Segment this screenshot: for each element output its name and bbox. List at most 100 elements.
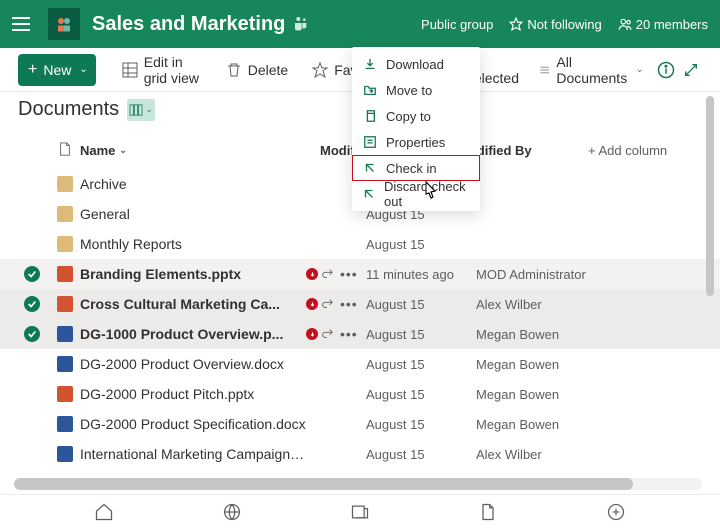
- discard-icon: [362, 186, 376, 202]
- site-header: Sales and Marketing Public group Not fol…: [0, 0, 720, 48]
- cursor-icon: [420, 180, 440, 204]
- modifiedby-cell: MOD Administrator: [476, 267, 626, 282]
- file-name[interactable]: Cross Cultural Marketing Ca...: [80, 296, 306, 312]
- modified-cell: August 15: [366, 417, 476, 432]
- type-column-header[interactable]: [50, 142, 80, 159]
- row-more-button[interactable]: •••: [340, 326, 358, 342]
- site-title: Sales and Marketing: [92, 13, 285, 36]
- modifiedby-cell: Megan Bowen: [476, 417, 626, 432]
- share-icon[interactable]: [320, 327, 334, 341]
- ctx-discard[interactable]: Discard check out: [352, 181, 480, 207]
- follow-label: Not following: [527, 17, 601, 32]
- ctx-download[interactable]: Download: [352, 51, 480, 77]
- checkedout-icon: [306, 298, 318, 310]
- checkedout-icon: [306, 268, 318, 280]
- tiles-icon: [129, 104, 143, 116]
- horizontal-scrollbar[interactable]: [14, 478, 702, 490]
- vertical-scrollbar[interactable]: [706, 96, 714, 416]
- members-button[interactable]: 20 members: [618, 17, 708, 32]
- file-name[interactable]: DG-2000 Product Overview.docx: [80, 356, 306, 372]
- table-row[interactable]: Monthly Reports August 15: [0, 229, 720, 259]
- row-more-button[interactable]: •••: [340, 296, 358, 312]
- file-name[interactable]: International Marketing Campaigns.docx: [80, 446, 306, 462]
- modifiedby-cell: Alex Wilber: [476, 447, 626, 462]
- new-button[interactable]: + New ⌄: [18, 54, 96, 86]
- trash-icon: [226, 62, 242, 78]
- word-icon: [57, 446, 73, 462]
- visibility-label: Public group: [421, 17, 493, 32]
- file-name[interactable]: General: [80, 206, 306, 222]
- edit-grid-button[interactable]: Edit in grid view: [112, 54, 212, 86]
- word-icon: [57, 416, 73, 432]
- info-button[interactable]: [655, 54, 676, 86]
- grid-icon: [122, 62, 138, 78]
- modified-cell: 11 minutes ago: [366, 267, 476, 282]
- modified-cell: August 15: [366, 387, 476, 402]
- checkmark-icon[interactable]: [24, 296, 40, 312]
- file-name[interactable]: DG-2000 Product Pitch.pptx: [80, 386, 306, 402]
- word-icon: [57, 356, 73, 372]
- checkedout-icon: [306, 328, 318, 340]
- table-row[interactable]: DG-2000 Product Pitch.pptx August 15Megan…: [0, 379, 720, 409]
- ctx-moveto[interactable]: Move to: [352, 77, 480, 103]
- share-icon[interactable]: [320, 267, 334, 281]
- chevron-down-icon: ⌄: [636, 64, 644, 75]
- modifiedby-cell: Megan Bowen: [476, 327, 626, 342]
- news-icon[interactable]: [350, 502, 370, 522]
- table-row[interactable]: International Marketing Campaigns.docx Au…: [0, 439, 720, 469]
- modified-cell: August 15: [366, 237, 476, 252]
- add-column-button[interactable]: + Add column: [588, 143, 667, 158]
- new-label: New: [43, 62, 71, 78]
- modified-cell: August 15: [366, 447, 476, 462]
- checkmark-icon[interactable]: [24, 266, 40, 282]
- bottom-nav: [0, 494, 720, 528]
- files-icon[interactable]: [478, 502, 498, 522]
- table-row[interactable]: Cross Cultural Marketing Ca...•••August …: [0, 289, 720, 319]
- file-name[interactable]: Branding Elements.pptx: [80, 266, 306, 282]
- chevron-down-icon: ⌄: [145, 104, 153, 115]
- folder-icon: [57, 236, 73, 252]
- modifiedby-cell: Megan Bowen: [476, 387, 626, 402]
- table-row[interactable]: DG-2000 Product Overview.docxAugust 15Me…: [0, 349, 720, 379]
- view-switcher[interactable]: All Documents ⌄: [531, 54, 651, 86]
- list-icon: [539, 63, 550, 77]
- chevron-down-icon: ⌄: [119, 145, 127, 156]
- ctx-properties[interactable]: Properties: [352, 129, 480, 155]
- checkmark-icon[interactable]: [24, 326, 40, 342]
- follow-button[interactable]: Not following: [509, 17, 601, 32]
- file-name[interactable]: DG-1000 Product Overview.p...: [80, 326, 306, 342]
- file-name[interactable]: DG-2000 Product Specification.docx: [80, 416, 306, 432]
- modified-cell: August 15: [366, 357, 476, 372]
- table-row[interactable]: Branding Elements.pptx ••• 11 minutes agoM…: [0, 259, 720, 289]
- modifiedby-cell: Alex Wilber: [476, 297, 626, 312]
- star-icon: [312, 62, 328, 78]
- table-row[interactable]: DG-1000 Product Overview.p... ••• August 1…: [0, 319, 720, 349]
- file-name[interactable]: Monthly Reports: [80, 236, 306, 252]
- site-logo[interactable]: [48, 8, 80, 40]
- checkin-icon: [362, 160, 378, 176]
- teams-icon[interactable]: [293, 15, 309, 34]
- people-icon: [618, 17, 632, 31]
- ppt-icon: [57, 296, 73, 312]
- share-icon[interactable]: [320, 297, 334, 311]
- page-title: Documents: [18, 98, 119, 121]
- name-column-header[interactable]: Name⌄: [80, 143, 320, 158]
- ctx-copyto[interactable]: Copy to: [352, 103, 480, 129]
- delete-button[interactable]: Delete: [216, 54, 298, 86]
- expand-icon: [683, 62, 699, 78]
- ctx-checkin[interactable]: Check in: [352, 155, 480, 181]
- expand-button[interactable]: [681, 54, 702, 86]
- table-row[interactable]: DG-2000 Product Specification.docx August…: [0, 409, 720, 439]
- row-more-button[interactable]: •••: [340, 266, 358, 282]
- modified-cell: August 15: [366, 327, 476, 342]
- hamburger-icon[interactable]: [12, 12, 36, 36]
- file-name[interactable]: Archive: [80, 176, 306, 192]
- add-icon[interactable]: [606, 502, 626, 522]
- tile-toggle-button[interactable]: ⌄: [127, 99, 155, 121]
- globe-icon[interactable]: [222, 502, 242, 522]
- context-menu: Download Move to Copy to Properties Chec…: [352, 47, 480, 211]
- ppt-icon: [57, 386, 73, 402]
- home-icon[interactable]: [94, 502, 114, 522]
- word-icon: [57, 326, 73, 342]
- folder-icon: [57, 206, 73, 222]
